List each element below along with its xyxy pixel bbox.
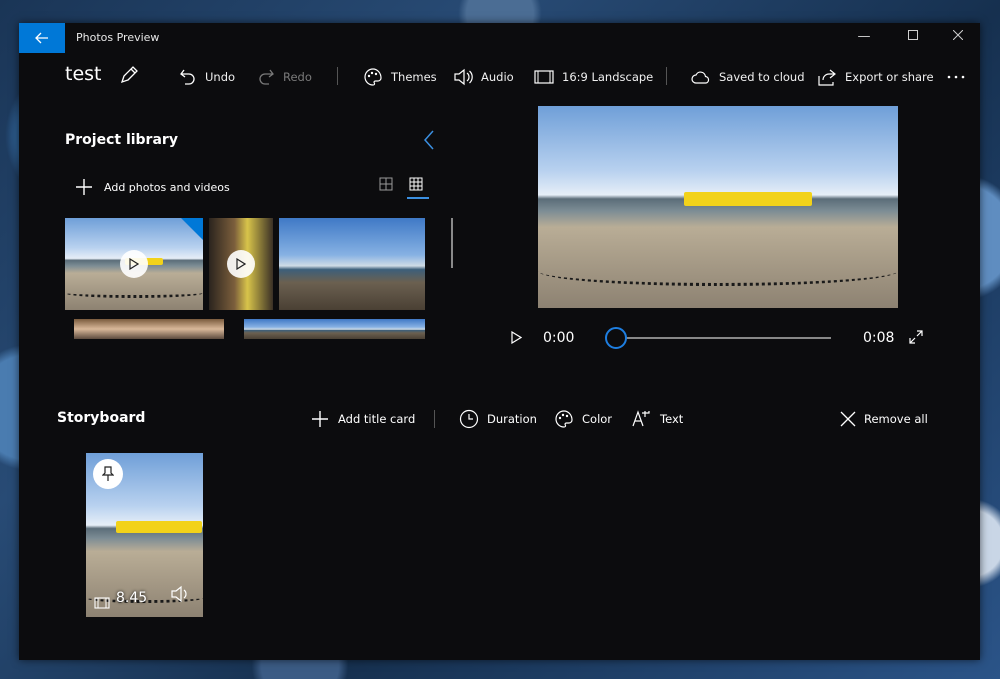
fullscreen-button[interactable] bbox=[909, 330, 923, 348]
toolbar-separator bbox=[666, 67, 667, 85]
add-photos-button[interactable]: Add photos and videos bbox=[74, 177, 230, 197]
selected-corner-badge bbox=[181, 218, 203, 240]
video-clip-icon bbox=[94, 594, 110, 613]
clock-icon bbox=[459, 409, 479, 429]
maximize-button[interactable] bbox=[903, 29, 923, 44]
speaker-icon bbox=[171, 585, 187, 603]
playback-controls: 0:00 0:08 bbox=[499, 323, 929, 353]
library-thumbnail[interactable] bbox=[279, 218, 425, 310]
plus-icon bbox=[312, 411, 328, 427]
toolbar-separator bbox=[434, 410, 435, 428]
rename-button[interactable] bbox=[119, 65, 139, 89]
library-thumbnail[interactable] bbox=[74, 319, 224, 339]
library-thumbnail[interactable] bbox=[244, 319, 425, 339]
add-title-card-button[interactable]: Add title card bbox=[310, 407, 415, 431]
export-button[interactable]: Export or share bbox=[817, 59, 934, 95]
photos-window: Photos Preview — test Undo Redo Themes A… bbox=[19, 23, 980, 660]
video-play-badge bbox=[227, 250, 255, 278]
grid-large-icon bbox=[379, 177, 393, 191]
cloud-icon bbox=[691, 71, 710, 84]
video-play-badge bbox=[120, 250, 148, 278]
play-button[interactable] bbox=[511, 330, 523, 348]
project-name[interactable]: test bbox=[65, 63, 102, 85]
toolbar-separator bbox=[337, 67, 338, 85]
library-thumbnail[interactable] bbox=[65, 218, 203, 310]
color-label: Color bbox=[582, 412, 613, 426]
play-icon bbox=[511, 330, 523, 345]
themes-label: Themes bbox=[391, 70, 437, 84]
pin-button[interactable] bbox=[93, 459, 123, 489]
redo-label: Redo bbox=[283, 70, 312, 84]
toolbar: test Undo Redo Themes Audio 16:9 Landsca… bbox=[19, 59, 980, 95]
palette-icon bbox=[555, 410, 573, 428]
chain-shape bbox=[538, 256, 898, 286]
library-title: Project library bbox=[65, 132, 178, 148]
duration-button[interactable]: Duration bbox=[459, 407, 537, 431]
storyboard-toolbar: Add title card Duration Color Text Remov… bbox=[19, 407, 980, 431]
cloud-status-label: Saved to cloud bbox=[719, 70, 805, 84]
storyboard-clip[interactable]: 8.45 bbox=[86, 453, 203, 617]
collapse-library-button[interactable] bbox=[423, 130, 435, 154]
undo-label: Undo bbox=[205, 70, 236, 84]
export-label: Export or share bbox=[845, 70, 934, 84]
small-grid-view-button[interactable] bbox=[407, 176, 429, 199]
app-title: Photos Preview bbox=[76, 31, 160, 44]
close-button[interactable] bbox=[948, 29, 968, 44]
expand-icon bbox=[909, 330, 923, 344]
aspect-ratio-icon bbox=[534, 70, 554, 84]
speaker-icon bbox=[454, 68, 473, 86]
undo-button[interactable]: Undo bbox=[179, 59, 235, 95]
minimize-button[interactable]: — bbox=[854, 29, 874, 44]
share-icon bbox=[818, 69, 836, 86]
large-grid-view-button[interactable] bbox=[379, 176, 397, 194]
color-button[interactable]: Color bbox=[554, 407, 612, 431]
end-time: 0:08 bbox=[863, 330, 895, 346]
grid-small-icon bbox=[409, 177, 423, 191]
remove-all-button[interactable]: Remove all bbox=[840, 407, 928, 431]
clip-volume-button[interactable] bbox=[170, 585, 190, 607]
play-icon bbox=[129, 258, 139, 270]
title-bar: Photos Preview — bbox=[19, 23, 980, 53]
current-time: 0:00 bbox=[543, 330, 575, 346]
close-icon bbox=[840, 411, 856, 427]
text-button[interactable]: Text bbox=[632, 407, 683, 431]
more-options-button[interactable] bbox=[947, 59, 973, 95]
add-photos-label: Add photos and videos bbox=[104, 180, 230, 194]
pencil-icon bbox=[120, 66, 138, 84]
video-preview[interactable] bbox=[538, 106, 898, 308]
plus-icon bbox=[76, 179, 92, 195]
seek-slider-thumb[interactable] bbox=[605, 327, 627, 349]
add-title-card-label: Add title card bbox=[338, 412, 416, 426]
text-label: Text bbox=[660, 412, 684, 426]
boat-shape bbox=[684, 192, 812, 206]
seek-track[interactable] bbox=[617, 337, 831, 339]
undo-icon bbox=[180, 69, 195, 85]
clip-duration: 8.45 bbox=[116, 590, 148, 606]
duration-label: Duration bbox=[487, 412, 537, 426]
boat-shape bbox=[116, 521, 202, 533]
redo-button[interactable]: Redo bbox=[257, 59, 312, 95]
audio-label: Audio bbox=[481, 70, 514, 84]
library-scrollbar[interactable] bbox=[451, 218, 453, 268]
maximize-icon bbox=[908, 30, 918, 40]
library-thumbnail[interactable] bbox=[209, 218, 273, 310]
more-icon bbox=[947, 75, 965, 79]
cloud-status-button[interactable]: Saved to cloud bbox=[691, 59, 805, 95]
play-icon bbox=[236, 258, 246, 270]
back-button[interactable] bbox=[19, 23, 65, 53]
pin-icon bbox=[102, 466, 114, 481]
redo-icon bbox=[259, 69, 274, 85]
close-icon bbox=[952, 29, 964, 41]
themes-button[interactable]: Themes bbox=[363, 59, 437, 95]
audio-button[interactable]: Audio bbox=[453, 59, 514, 95]
text-icon bbox=[632, 410, 650, 427]
aspect-ratio-label: 16:9 Landscape bbox=[562, 70, 654, 84]
chain-shape bbox=[65, 288, 203, 298]
palette-icon bbox=[364, 68, 382, 86]
remove-all-label: Remove all bbox=[864, 412, 928, 426]
back-arrow-icon bbox=[35, 32, 48, 44]
aspect-ratio-button[interactable]: 16:9 Landscape bbox=[534, 59, 653, 95]
chevron-left-icon bbox=[423, 130, 434, 150]
